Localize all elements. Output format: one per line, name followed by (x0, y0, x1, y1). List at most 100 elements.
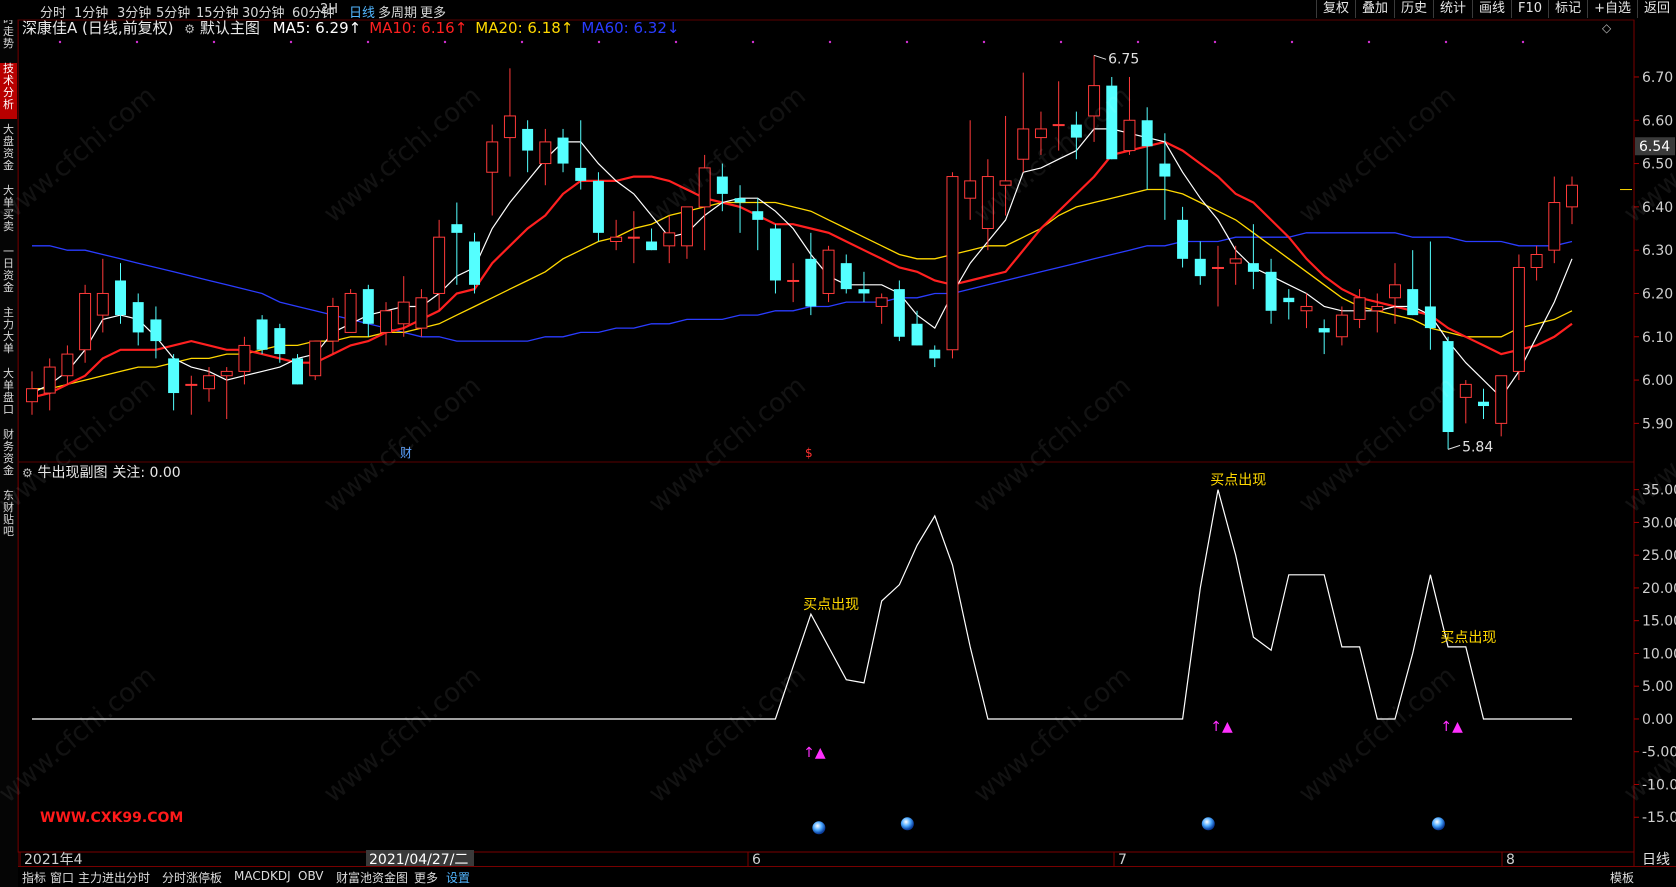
high-price-label: 6.75 (1108, 51, 1139, 67)
marker-dot (1213, 40, 1217, 44)
candle-body-up (1335, 314, 1348, 338)
current-price-tag: 6.54 (1639, 139, 1670, 155)
price-tick-label: 6.60 (1642, 113, 1673, 129)
candle-body-up (185, 383, 198, 386)
candle-body-down (132, 302, 144, 333)
candle-body-up (397, 301, 410, 325)
candle-body-down (893, 289, 905, 337)
candle-body-up (680, 206, 693, 247)
bottom-tab-2[interactable]: 主力进出分时 (78, 869, 150, 886)
candle-body-up (203, 375, 215, 390)
candle-body-down (769, 228, 781, 281)
candle-body-down (1318, 328, 1330, 333)
candle-body-down (150, 319, 162, 342)
marker-dot (982, 40, 986, 44)
marker-dot (520, 40, 524, 44)
candle-body-down (805, 258, 817, 307)
candle-body-up (1300, 305, 1313, 312)
candle-body-down (451, 224, 463, 233)
indicator-tick-label: 15.00 (1642, 614, 1676, 630)
candle-body-up (610, 236, 623, 243)
candle-body-up (415, 297, 428, 329)
period-label: 日线 (1642, 852, 1670, 866)
indicator-tick-label: 20.00 (1642, 581, 1676, 597)
candle-body-up (220, 370, 233, 377)
candle-body-up (43, 366, 56, 394)
candle-body-up (96, 292, 109, 316)
signal-ball (900, 817, 914, 831)
signal-ball (1201, 817, 1215, 831)
bottom-tab-bar: 指标 窗口 主力进出分时 分时涨停板 MACD KDJ OBV 财富池资金图 更多 设置 模板 (18, 866, 1676, 887)
candle-body-up (1459, 383, 1472, 398)
marker-dot (58, 40, 62, 44)
x-axis-label: 2021年4 (24, 852, 83, 866)
marker-dot (674, 40, 678, 44)
bottom-tab-3[interactable]: 分时涨停板 (162, 869, 222, 886)
candle-body-down (522, 128, 534, 151)
candle-body-down (646, 241, 658, 251)
candle-body-up (1512, 266, 1525, 372)
main-chart-frame (17, 19, 1635, 463)
buy-arrow-marker: ↑▲ (1440, 719, 1463, 735)
candle-body-up (1495, 375, 1508, 424)
candle-body-down (1194, 258, 1206, 277)
ma-legend-1: MA10: 6.16↑ (369, 19, 468, 37)
bottom-tab-0[interactable]: 指标 (22, 869, 46, 886)
candle-body-up (1017, 128, 1030, 160)
candle-body-down (575, 167, 587, 181)
candle-body-up (1353, 297, 1366, 320)
sub-chart-frame (17, 461, 1635, 853)
indicator-tick-label: 0.00 (1642, 712, 1673, 728)
price-tick-label: 6.10 (1642, 330, 1673, 346)
candle-body-down (292, 358, 304, 385)
candle-body-up (787, 279, 800, 282)
candle-body-down (1283, 297, 1295, 303)
candle-body-up (380, 310, 393, 333)
candle-body-down (592, 180, 604, 233)
cursor-date: 2021/04/27/二 (369, 852, 468, 866)
candle-body-up (1566, 184, 1578, 208)
indicator-tick-label: 10.00 (1642, 646, 1676, 662)
marker-dot (443, 40, 447, 44)
marker-dot (828, 40, 832, 44)
x-axis-label: 7 (1118, 852, 1127, 866)
marker-dot (1367, 40, 1371, 44)
red-watermark: WWW.CXK99.COM (40, 810, 184, 826)
bottom-tab-5[interactable]: KDJ (270, 869, 291, 883)
candle-body-up (79, 292, 92, 351)
candle-body-down (858, 289, 870, 294)
bottom-tab-1[interactable]: 窗口 (50, 869, 74, 886)
indicator-tick-label: 25.00 (1642, 548, 1676, 564)
candle-body-down (1424, 306, 1436, 329)
bottom-tab-8[interactable]: 更多 (414, 869, 438, 886)
main-chart-legend: 深康佳A (日线,前复权) ⚙ 默认主图 MA5: 6.29↑ MA10: 6.1… (22, 17, 679, 38)
candle-body-up (1211, 266, 1224, 269)
ma-legend-2: MA20: 6.18↑ (475, 19, 574, 37)
bottom-tab-9[interactable]: 设置 (446, 869, 470, 886)
candle-body-up (1371, 305, 1384, 312)
candle-body-down (256, 319, 268, 350)
candle-body-down (840, 263, 852, 290)
bottom-tab-7[interactable]: 财富池资金图 (336, 869, 408, 886)
candle-body-up (539, 141, 552, 165)
template-name[interactable]: 默认主图 (200, 19, 260, 37)
bottom-tab-4[interactable]: MACD (234, 869, 270, 883)
bottom-tab-6[interactable]: OBV (298, 869, 324, 883)
candle-body-up (1530, 253, 1543, 268)
template-button[interactable]: 模板 (1610, 869, 1634, 886)
marker-dot (751, 40, 755, 44)
event-marker: $ (805, 446, 813, 460)
marker-dot (1136, 40, 1140, 44)
ma-legend-3: MA60: 6.32↓ (581, 19, 680, 37)
candle-body-down (911, 323, 923, 346)
candle-body-down (1247, 263, 1259, 272)
marker-dot (597, 40, 601, 44)
indicator-tick-label: 5.00 (1642, 679, 1673, 695)
candle-body-down (557, 137, 569, 164)
candle-body-down (1177, 219, 1189, 259)
ma-legend-0: MA5: 6.29↑ (272, 19, 362, 37)
candle-body-down (115, 280, 126, 316)
candle-body-up (238, 344, 251, 372)
candle-body-down (1407, 289, 1419, 316)
gear-icon[interactable]: ⚙ (184, 22, 195, 36)
